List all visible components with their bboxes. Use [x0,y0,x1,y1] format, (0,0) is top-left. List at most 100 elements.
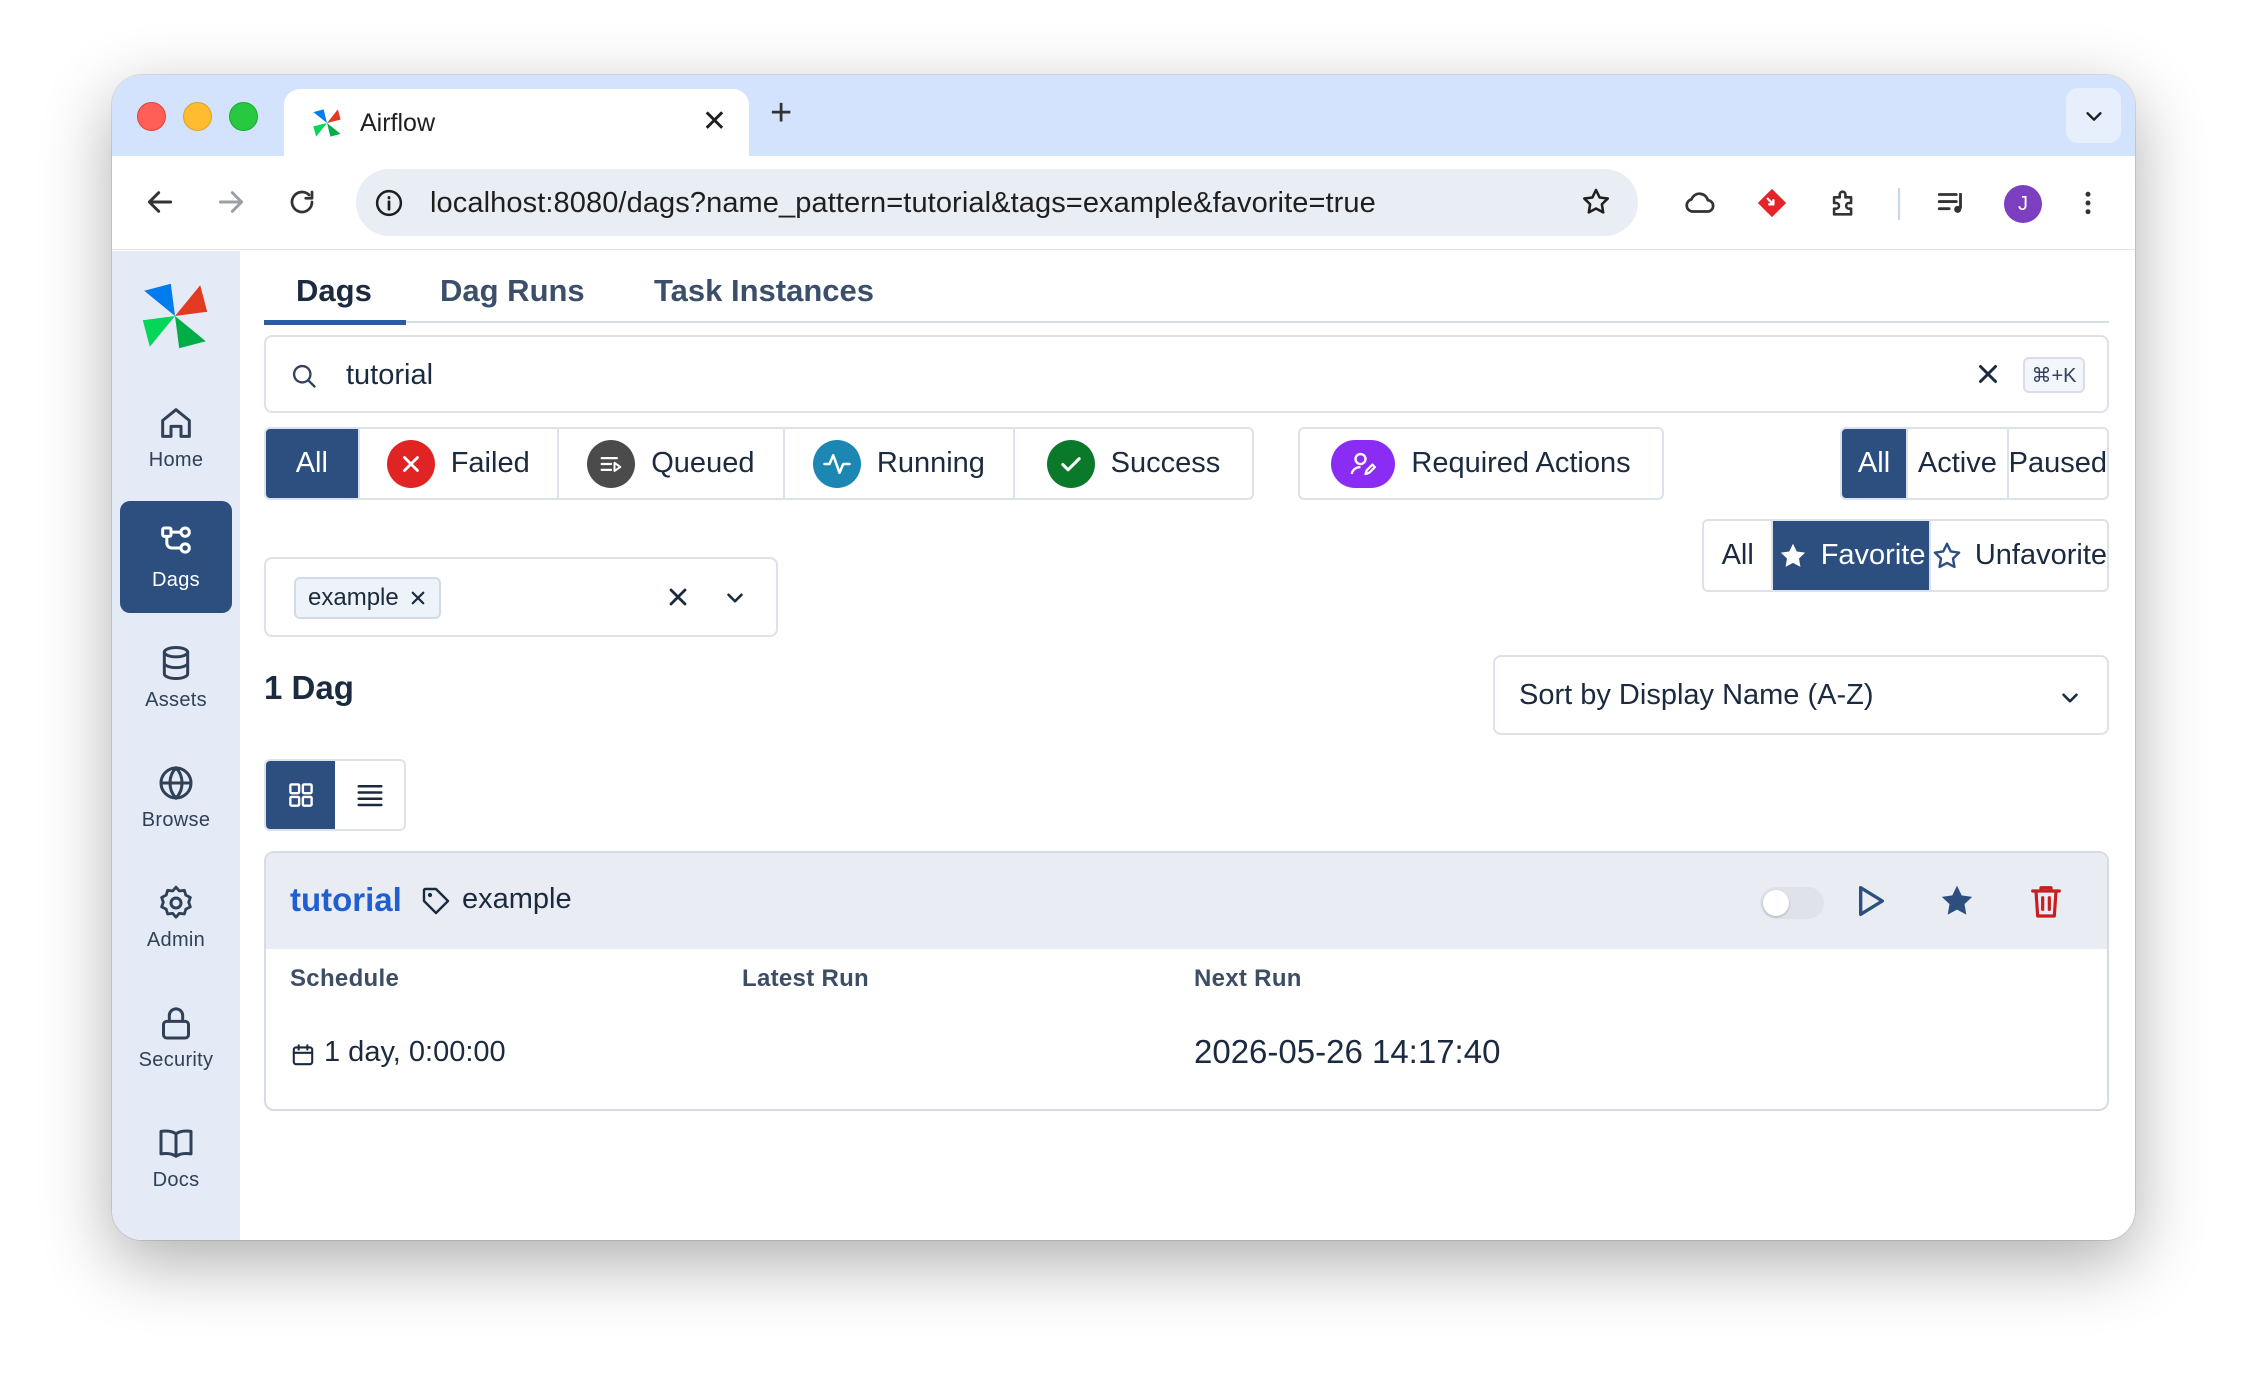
search-shortcut-badge: ⌘+K [2023,357,2085,393]
favorite-star-icon[interactable] [1937,881,1977,921]
sort-value: Sort by Display Name (A-Z) [1519,679,1874,711]
grid-icon [288,783,313,807]
tab-dag-runs[interactable]: Dag Runs [440,273,585,323]
minimize-window-button[interactable] [183,102,212,131]
clear-tags-icon[interactable] [664,583,692,611]
pause-toggle[interactable] [1760,887,1824,919]
sidebar-item-label: Home [148,448,204,471]
profile-avatar[interactable]: J [2004,185,2042,223]
sidebar-item-docs[interactable]: Docs [120,1101,232,1213]
zoom-window-button[interactable] [229,102,258,131]
git-extension-button[interactable] [1754,185,1790,221]
sidebar-item-security[interactable]: Security [120,981,232,1093]
star-filled-icon [1780,543,1805,567]
star-outline-icon [1933,542,1961,568]
state-filter-queued[interactable]: Queued [559,429,785,498]
close-window-button[interactable] [137,102,166,131]
list-icon [357,785,382,807]
active-tab-indicator [264,320,406,325]
globe-icon [159,765,193,800]
search-input[interactable]: tutorial [346,359,433,392]
state-filter-failed[interactable]: Failed [360,429,559,498]
remove-tag-icon[interactable] [409,589,427,607]
tab-search-button[interactable] [2066,88,2121,143]
favorite-filter-all[interactable]: All [1704,521,1774,590]
favorite-filter-favorite[interactable]: Favorite [1773,521,1931,590]
card-view-button[interactable] [266,761,335,829]
puzzle-icon [1832,190,1853,216]
state-filter-label: Running [876,447,985,479]
tab-task-instances[interactable]: Task Instances [654,273,874,323]
tag-chip[interactable]: example [294,577,441,619]
success-check-icon [1046,439,1095,488]
state-filter-label: Queued [651,447,755,479]
toggle-knob [1763,890,1789,916]
cloud-extension-button[interactable] [1682,185,1718,221]
trigger-dag-play-icon[interactable] [1849,881,1889,921]
airflow-favicon-icon [313,109,341,137]
site-info-icon[interactable] [374,188,404,218]
tag-chip-label: example [308,584,399,611]
dag-search[interactable]: tutorial ⌘+K [264,335,2109,413]
required-actions-filter[interactable]: Required Actions [1298,427,1664,500]
browser-tab-airflow[interactable]: Airflow ✕ [284,89,749,156]
sidebar-item-label: Security [138,1048,214,1071]
address-bar[interactable]: localhost:8080/dags?name_pattern=tutoria… [356,169,1638,236]
sidebar-item-label: Assets [145,688,207,711]
url-text[interactable]: localhost:8080/dags?name_pattern=tutoria… [430,187,1376,220]
favorite-label: Favorite [1820,539,1926,571]
failed-icon [386,439,435,488]
more-vertical-icon [2085,191,2091,215]
next-run-value: 2026-05-26 14:17:40 [1194,1033,1501,1070]
favorite-filter-unfavorite[interactable]: Unfavorite [1931,521,2107,590]
lock-icon [162,1006,190,1039]
state-filter-label: Failed [450,447,530,479]
state-filter-running[interactable]: Running [785,429,1015,498]
bookmark-star-icon[interactable] [1580,186,1612,218]
sidebar-item-home[interactable]: Home [120,381,232,493]
tag-icon [422,887,450,915]
active-filter-all[interactable]: All [1842,429,1909,498]
cloud-icon [1685,192,1715,213]
airflow-app: Home Dags Assets Browse Admin Security D… [112,251,2135,1240]
browser-menu-button[interactable] [2070,185,2106,221]
dag-tag[interactable]: example [462,883,572,916]
clear-search-icon[interactable] [1973,359,2003,389]
running-activity-icon [812,439,861,488]
tab-strip: Airflow ✕ + [112,75,2135,156]
book-icon [159,1129,193,1158]
tag-filter-select[interactable]: example [264,557,778,637]
back-button[interactable] [142,184,178,220]
state-filter-group: All Failed Queued Running Success [264,427,1254,500]
reload-icon [290,190,314,214]
active-filter-group: All Active Paused [1840,427,2109,500]
state-filter-all[interactable]: All [266,429,360,498]
dag-name-link[interactable]: tutorial [290,881,402,919]
delete-trash-icon[interactable] [2026,881,2066,921]
state-filter-success[interactable]: Success [1015,429,1252,498]
active-filter-paused[interactable]: Paused [2009,429,2107,498]
table-view-button[interactable] [335,761,404,829]
forward-button[interactable] [213,184,249,220]
chevron-down-icon[interactable] [722,585,748,611]
sidebar-item-dags[interactable]: Dags [120,501,232,613]
sort-select[interactable]: Sort by Display Name (A-Z) [1493,655,2109,735]
home-icon [161,407,191,438]
active-filter-active[interactable]: Active [1908,429,2009,498]
dags-icon [161,526,191,554]
extensions-button[interactable] [1826,185,1862,221]
new-tab-button[interactable]: + [770,93,792,133]
media-controls-button[interactable] [1934,185,1970,221]
tab-close-icon[interactable]: ✕ [702,107,727,137]
sidebar-item-browse[interactable]: Browse [120,741,232,853]
sidebar-item-assets[interactable]: Assets [120,621,232,733]
reload-button[interactable] [284,184,320,220]
required-actions-button[interactable]: Required Actions [1300,429,1662,498]
next-run-label: Next Run [1194,965,1302,992]
tab-dags[interactable]: Dags [296,273,372,323]
required-actions-label: Required Actions [1411,447,1631,479]
favorite-filter-group: All Favorite Unfavorite [1702,519,2109,592]
sidebar-item-admin[interactable]: Admin [120,861,232,973]
airflow-logo-icon[interactable] [140,281,210,351]
git-diamond-icon [1757,188,1787,218]
